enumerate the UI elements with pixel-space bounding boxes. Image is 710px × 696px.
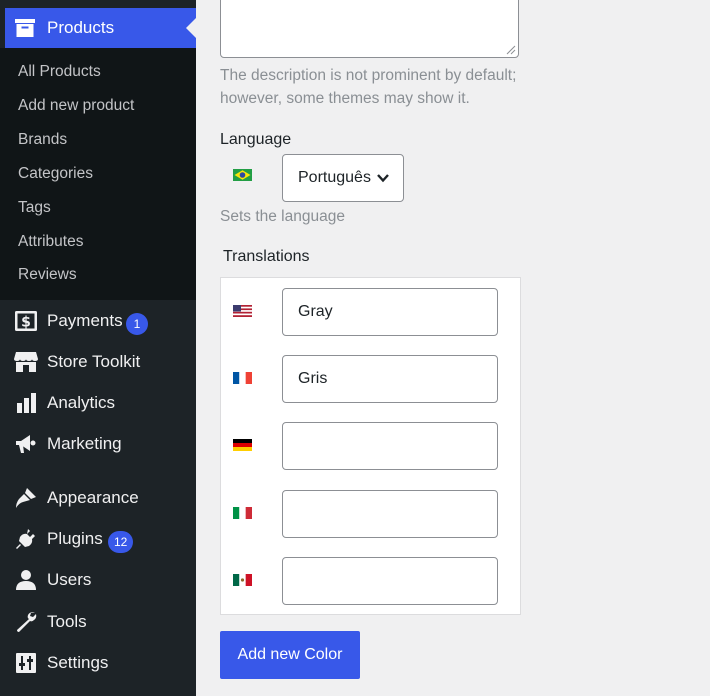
submenu-tags[interactable]: Tags — [18, 199, 51, 217]
sidebar-item-label: Analytics — [47, 393, 116, 412]
germany-flag-icon — [233, 439, 252, 451]
storefront-icon — [14, 352, 38, 372]
translation-input-italian[interactable] — [282, 490, 498, 538]
add-new-color-button[interactable]: Add new Color — [220, 631, 360, 679]
sidebar-item-payments[interactable]: $ Payments 1 — [0, 303, 196, 337]
bar-chart-icon — [17, 393, 36, 413]
products-submenu: All Products Add new product Brands Cate… — [0, 48, 196, 300]
language-label: Language — [220, 131, 292, 148]
submenu-brands[interactable]: Brands — [18, 131, 67, 149]
sidebar-item-label: Plugins — [47, 529, 103, 548]
mexico-flag-icon — [233, 574, 252, 586]
sidebar-item-label: Store Toolkit — [47, 352, 141, 371]
description-help-text: The description is not prominent by defa… — [220, 67, 517, 107]
language-select-value: Português — [298, 169, 371, 186]
translation-input-spanish-mexico[interactable] — [282, 557, 498, 605]
sidebar-item-users[interactable]: Users — [0, 562, 196, 596]
plug-icon — [16, 529, 35, 549]
sliders-icon — [16, 653, 36, 673]
sidebar-item-label: Settings — [47, 653, 109, 672]
sidebar-item-label: Appearance — [47, 488, 139, 507]
svg-text:$: $ — [21, 315, 31, 331]
sidebar-item-settings[interactable]: Settings — [0, 645, 196, 679]
submenu-reviews[interactable]: Reviews — [18, 266, 77, 284]
translation-input-french[interactable] — [282, 355, 498, 403]
translation-input-english[interactable] — [282, 288, 498, 336]
admin-sidebar: Products All Products Add new product Br… — [0, 0, 196, 696]
sidebar-item-label: Marketing — [47, 434, 122, 453]
description-textarea[interactable] — [220, 0, 519, 58]
plugins-update-badge: 12 — [108, 531, 134, 553]
megaphone-icon — [16, 435, 36, 453]
sidebar-item-label: Users — [47, 570, 92, 589]
user-icon — [16, 570, 36, 590]
sidebar-item-tools[interactable]: Tools — [0, 604, 196, 638]
us-flag-icon — [233, 305, 252, 317]
resize-grip-icon[interactable] — [506, 45, 516, 55]
sidebar-item-label: Products — [47, 18, 115, 37]
archive-icon — [15, 19, 35, 37]
submenu-attributes[interactable]: Attributes — [18, 233, 83, 251]
submenu-all-products[interactable]: All Products — [18, 63, 101, 81]
language-help-text: Sets the language — [220, 208, 345, 225]
paintbrush-icon — [16, 488, 36, 508]
submenu-add-new-product[interactable]: Add new product — [18, 97, 134, 115]
submenu-categories[interactable]: Categories — [18, 165, 93, 183]
translation-input-german[interactable] — [282, 422, 498, 470]
payments-count-badge: 1 — [126, 313, 148, 335]
sidebar-item-analytics[interactable]: Analytics — [0, 385, 196, 419]
chevron-down-icon — [377, 174, 389, 183]
brazil-flag-icon — [233, 169, 252, 181]
sidebar-item-marketing[interactable]: Marketing — [0, 426, 196, 460]
sidebar-item-label: Tools — [47, 612, 87, 631]
payments-icon: $ — [15, 311, 37, 331]
translations-label: Translations — [223, 248, 310, 265]
language-select[interactable]: Português — [282, 154, 404, 202]
sidebar-item-store-toolkit[interactable]: Store Toolkit — [0, 344, 196, 378]
sidebar-item-label: Payments — [47, 311, 123, 330]
sidebar-item-appearance[interactable]: Appearance — [0, 480, 196, 514]
sidebar-item-products[interactable]: Products — [5, 8, 196, 48]
france-flag-icon — [233, 372, 252, 384]
wrench-icon — [17, 612, 37, 632]
italy-flag-icon — [233, 507, 252, 519]
sidebar-item-plugins[interactable]: Plugins 12 — [0, 521, 196, 555]
